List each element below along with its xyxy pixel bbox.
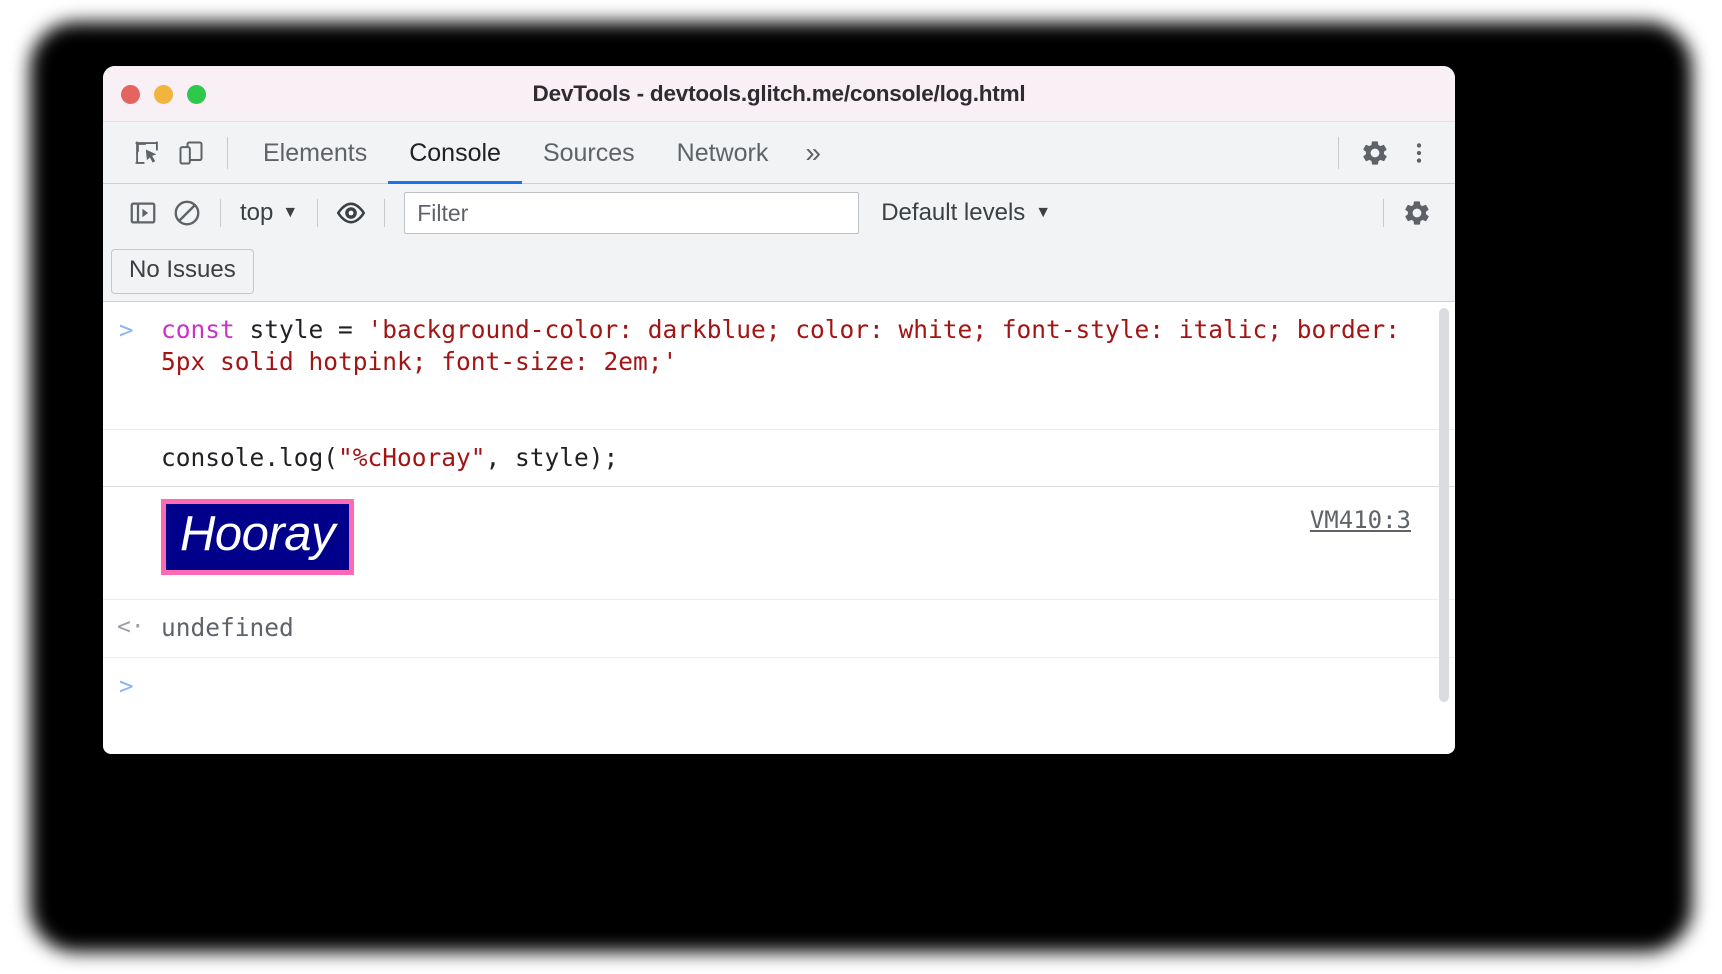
- console-scrollbar[interactable]: [1439, 308, 1449, 702]
- window-titlebar: DevTools - devtools.glitch.me/console/lo…: [103, 66, 1455, 122]
- devtools-tabbar: Elements Console Sources Network »: [103, 122, 1455, 184]
- tabbar-right-divider: [1338, 137, 1339, 169]
- console-input-code: const style = 'background-color: darkblu…: [103, 302, 1455, 391]
- console-prompt-icon: >: [119, 672, 134, 701]
- tab-elements[interactable]: Elements: [242, 122, 388, 184]
- chevron-down-icon: ▼: [1035, 204, 1052, 221]
- devtools-window: DevTools - devtools.glitch.me/console/lo…: [103, 66, 1455, 754]
- input-prompt-icon: >: [119, 316, 134, 344]
- return-value-icon: <·: [117, 614, 145, 641]
- console-message-list[interactable]: > const style = 'background-color: darkb…: [103, 302, 1455, 724]
- issues-bar: No Issues: [103, 242, 1455, 302]
- traffic-light-buttons: [121, 85, 206, 104]
- console-styled-output-row[interactable]: Hooray VM410:3: [103, 487, 1455, 601]
- console-toolbar-divider-4: [1383, 199, 1384, 227]
- console-input-row[interactable]: > const style = 'background-color: darkb…: [103, 302, 1455, 430]
- source-location-link[interactable]: VM410:3: [1310, 506, 1411, 534]
- tabbar-divider: [227, 136, 228, 169]
- execution-context-label: top: [240, 199, 274, 226]
- code-string: "%cHooray": [338, 443, 486, 472]
- console-prompt-row[interactable]: >: [103, 658, 1455, 716]
- maximize-window-button[interactable]: [187, 85, 206, 104]
- code-identifier: style =: [249, 315, 368, 344]
- screenshot-backdrop: DevTools - devtools.glitch.me/console/lo…: [0, 0, 1722, 974]
- console-input-row[interactable]: console.log("%cHooray", style);: [103, 430, 1455, 488]
- console-toolbar-divider-1: [220, 199, 221, 227]
- tab-sources[interactable]: Sources: [522, 122, 656, 184]
- eye-icon[interactable]: [329, 191, 373, 235]
- styled-log-output: Hooray: [161, 499, 354, 576]
- log-levels-dropdown[interactable]: Default levels ▼: [881, 199, 1051, 227]
- console-prompt-input[interactable]: [103, 658, 1455, 714]
- more-vertical-icon[interactable]: [1397, 131, 1441, 175]
- inspect-element-icon[interactable]: [125, 131, 169, 175]
- clear-console-icon[interactable]: [165, 191, 209, 235]
- console-toolbar-right: [1372, 191, 1439, 235]
- console-filter-input[interactable]: [404, 192, 860, 234]
- log-levels-label: Default levels: [881, 199, 1026, 226]
- code-args: , style);: [485, 443, 619, 472]
- console-toolbar-divider-3: [384, 199, 386, 227]
- close-window-button[interactable]: [121, 85, 140, 104]
- console-toolbar-divider-2: [317, 199, 319, 227]
- console-input-code: console.log("%cHooray", style);: [103, 430, 1455, 486]
- code-call: console.log(: [161, 443, 339, 472]
- code-keyword: const: [161, 315, 250, 344]
- console-sidebar-icon[interactable]: [121, 191, 165, 235]
- execution-context-selector[interactable]: top ▼: [232, 199, 306, 227]
- console-result-value: undefined: [161, 613, 294, 643]
- window-title: DevTools - devtools.glitch.me/console/lo…: [532, 80, 1026, 106]
- no-issues-button[interactable]: No Issues: [111, 249, 254, 294]
- chevron-down-icon: ▼: [282, 204, 299, 221]
- tab-network[interactable]: Network: [656, 122, 790, 184]
- console-toolbar: top ▼ Default levels ▼: [103, 184, 1455, 242]
- tab-console[interactable]: Console: [388, 122, 522, 184]
- more-tabs-icon[interactable]: »: [789, 138, 837, 167]
- console-settings-gear-icon[interactable]: [1395, 191, 1439, 235]
- console-result-row: <· undefined: [103, 600, 1455, 659]
- gear-icon[interactable]: [1353, 131, 1397, 175]
- device-toolbar-icon[interactable]: [169, 131, 213, 175]
- minimize-window-button[interactable]: [154, 85, 173, 104]
- tabbar-right-actions: [1324, 122, 1441, 184]
